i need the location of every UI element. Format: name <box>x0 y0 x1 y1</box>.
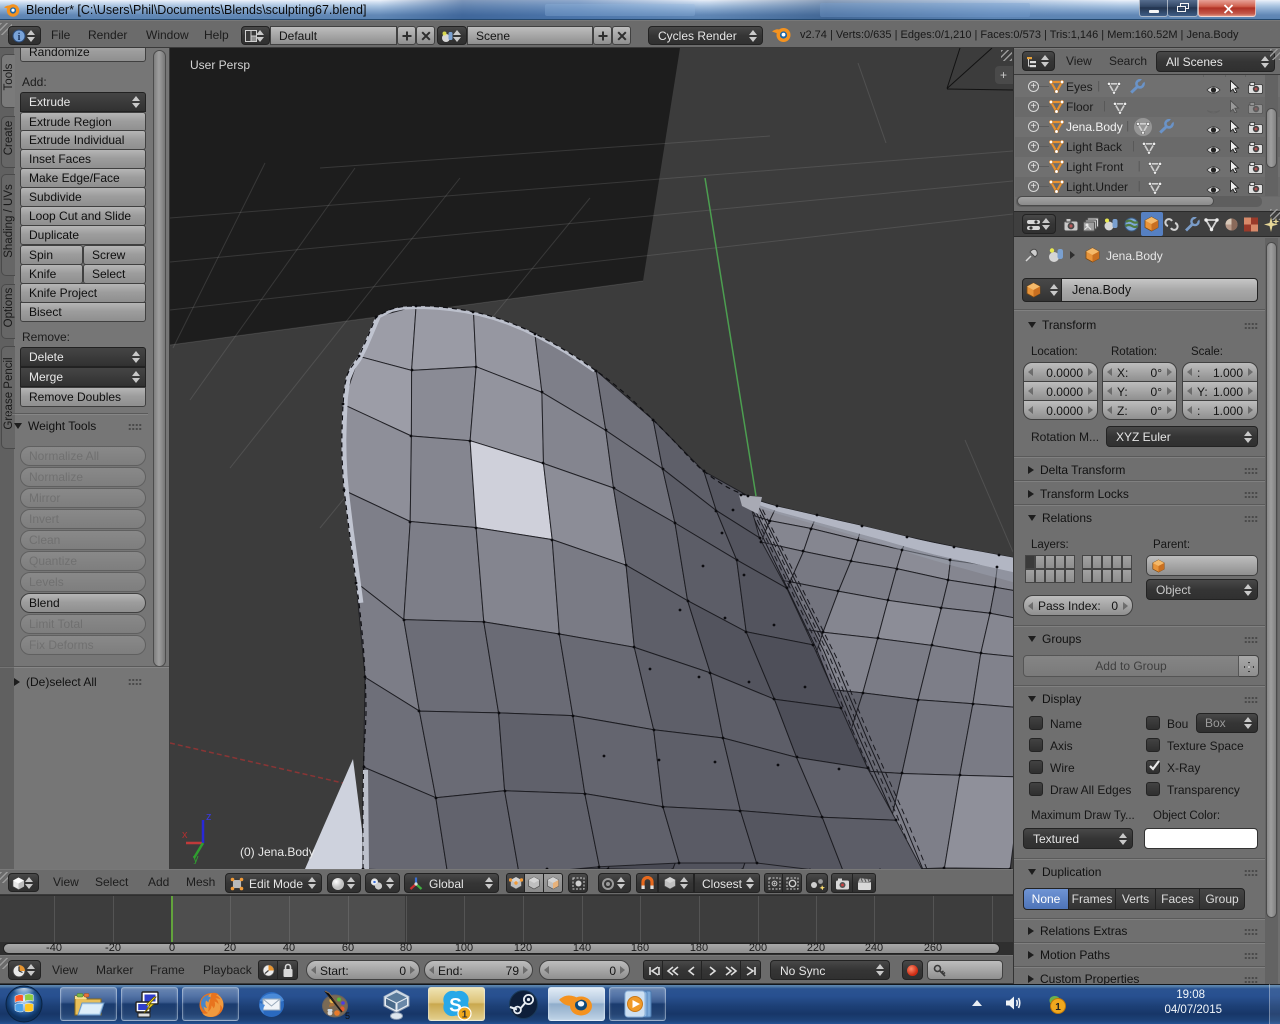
svg-text:5: 5 <box>345 1011 350 1021</box>
svg-text:1: 1 <box>1055 1002 1061 1013</box>
svg-text:1: 1 <box>462 1009 468 1021</box>
svg-text:z: z <box>206 811 212 823</box>
svg-text:i: i <box>18 32 21 43</box>
svg-text:x: x <box>182 829 188 841</box>
